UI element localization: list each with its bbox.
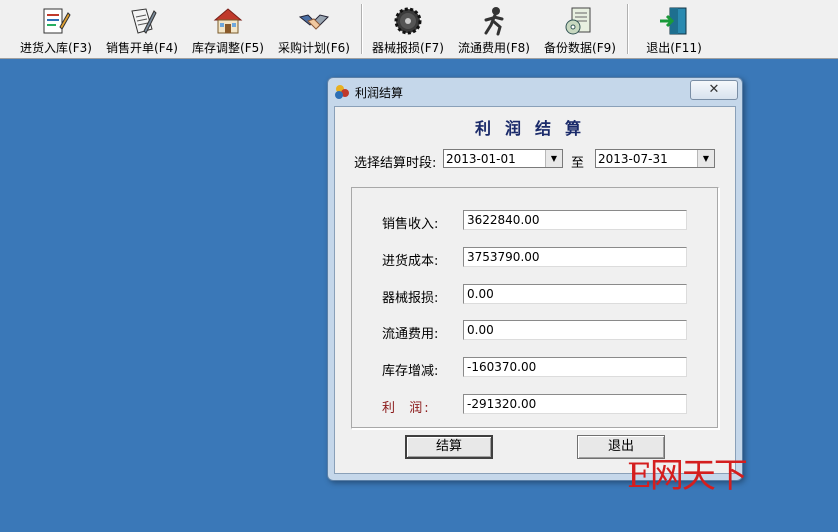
end-date-value: 2013-07-31: [598, 152, 668, 166]
toolbar-separator: [361, 4, 363, 54]
inventory-adjust-label: 库存调整(F5): [192, 41, 264, 55]
stock-in-button[interactable]: 进货入库(F3): [20, 0, 92, 58]
calculate-button[interactable]: 结算: [405, 435, 493, 459]
runner-icon: [484, 7, 504, 36]
chevron-down-icon[interactable]: ▼: [545, 150, 562, 167]
sales-income-field[interactable]: 3622840.00: [463, 210, 687, 230]
inventory-adjust-button[interactable]: 库存调整(F5): [192, 0, 264, 58]
app-icon: [335, 85, 349, 99]
exit-label: 退出(F11): [646, 41, 702, 55]
profit-label: 利 润:: [382, 401, 431, 416]
inventory-change-field[interactable]: -160370.00: [463, 357, 687, 377]
dialog-body: 利润结算 选择结算时段: 2013-01-01 ▼ 至 2013-07-31 ▼…: [334, 106, 736, 474]
equipment-loss-button[interactable]: 器械报损(F7): [372, 0, 444, 58]
end-date-select[interactable]: 2013-07-31 ▼: [595, 149, 715, 168]
gear-icon: [394, 7, 422, 35]
sales-income-label: 销售收入:: [382, 217, 439, 232]
profit-settlement-dialog: 利润结算 ✕ 利润结算 选择结算时段: 2013-01-01 ▼ 至 2013-…: [327, 77, 743, 481]
dialog-title: 利润结算: [355, 86, 404, 100]
results-group: 销售收入: 3622840.00 进货成本: 3753790.00 器械报损: …: [351, 187, 719, 429]
sales-order-button[interactable]: 销售开单(F4): [106, 0, 178, 58]
purchase-plan-button[interactable]: 采购计划(F6): [278, 0, 350, 58]
watermark-text: E网天下: [627, 456, 748, 496]
dialog-titlebar[interactable]: 利润结算 ✕: [328, 78, 742, 104]
purchase-plan-label: 采购计划(F6): [278, 41, 350, 55]
backup-data-button[interactable]: 备份数据(F9): [544, 0, 616, 58]
toolbar-separator: [627, 4, 629, 54]
backup-data-label: 备份数据(F9): [544, 41, 616, 55]
equipment-loss-label: 器械报损(F7): [372, 41, 444, 55]
exit-door-icon: [660, 7, 687, 35]
warehouse-icon: [213, 8, 243, 34]
circulation-cost-button[interactable]: 流通费用(F8): [458, 0, 530, 58]
equipment-loss-field[interactable]: 0.00: [463, 284, 687, 304]
dialog-heading: 利润结算: [474, 119, 595, 138]
sales-order-icon: [131, 8, 157, 34]
circulation-cost-label: 流通费用(F8): [458, 41, 530, 55]
purchase-cost-field[interactable]: 3753790.00: [463, 247, 687, 267]
handshake-icon: [298, 14, 329, 30]
start-date-select[interactable]: 2013-01-01 ▼: [443, 149, 563, 168]
exit-button[interactable]: 退出(F11): [638, 0, 710, 58]
inventory-change-label: 库存增减:: [382, 364, 439, 379]
stock-in-label: 进货入库(F3): [20, 41, 92, 55]
start-date-value: 2013-01-01: [446, 152, 516, 166]
stock-in-icon: [43, 8, 71, 34]
main-toolbar: 进货入库(F3) 销售开单(F4) 库存调整(F5) 采购计划(F6) 器械报损…: [0, 0, 838, 59]
backup-disc-icon: [565, 7, 591, 35]
to-label: 至: [571, 156, 585, 171]
close-button[interactable]: ✕: [690, 80, 738, 100]
chevron-down-icon[interactable]: ▼: [697, 150, 714, 167]
close-icon: ✕: [708, 82, 720, 97]
circulation-cost-field[interactable]: 0.00: [463, 320, 687, 340]
circulation-cost-label: 流通费用:: [382, 327, 439, 342]
sales-order-label: 销售开单(F4): [106, 41, 178, 55]
purchase-cost-label: 进货成本:: [382, 254, 439, 269]
profit-field[interactable]: -291320.00: [463, 394, 687, 414]
equipment-loss-label: 器械报损:: [382, 291, 439, 306]
period-label: 选择结算时段:: [354, 156, 437, 171]
